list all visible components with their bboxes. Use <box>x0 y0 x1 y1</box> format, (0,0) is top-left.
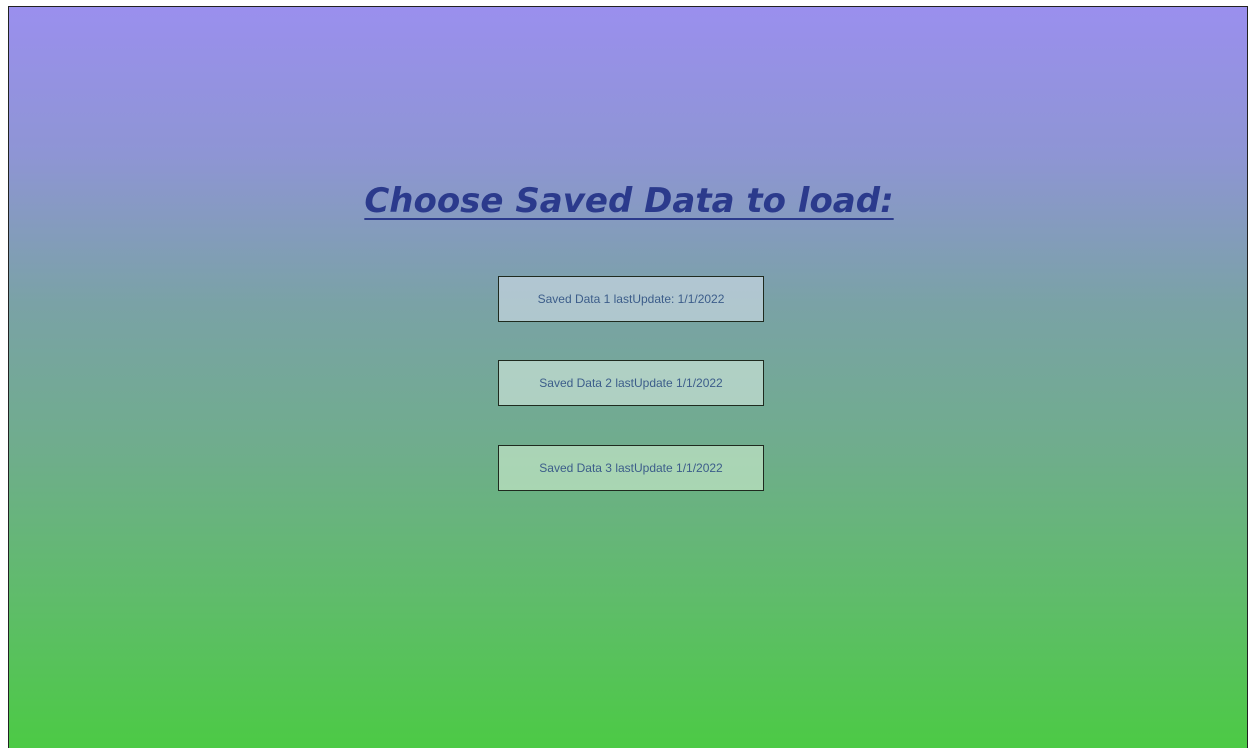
saved-data-2-button[interactable]: Saved Data 2 lastUpdate 1/1/2022 <box>498 360 764 406</box>
saved-data-1-button[interactable]: Saved Data 1 lastUpdate: 1/1/2022 <box>498 276 764 322</box>
page-title: Choose Saved Data to load: <box>364 181 894 221</box>
saved-data-3-button[interactable]: Saved Data 3 lastUpdate 1/1/2022 <box>498 445 764 491</box>
saved-data-2-label: Saved Data 2 lastUpdate 1/1/2022 <box>539 376 723 390</box>
load-screen: Choose Saved Data to load: Saved Data 1 … <box>8 6 1248 748</box>
saved-data-3-label: Saved Data 3 lastUpdate 1/1/2022 <box>539 461 723 475</box>
saved-data-1-label: Saved Data 1 lastUpdate: 1/1/2022 <box>537 292 725 306</box>
